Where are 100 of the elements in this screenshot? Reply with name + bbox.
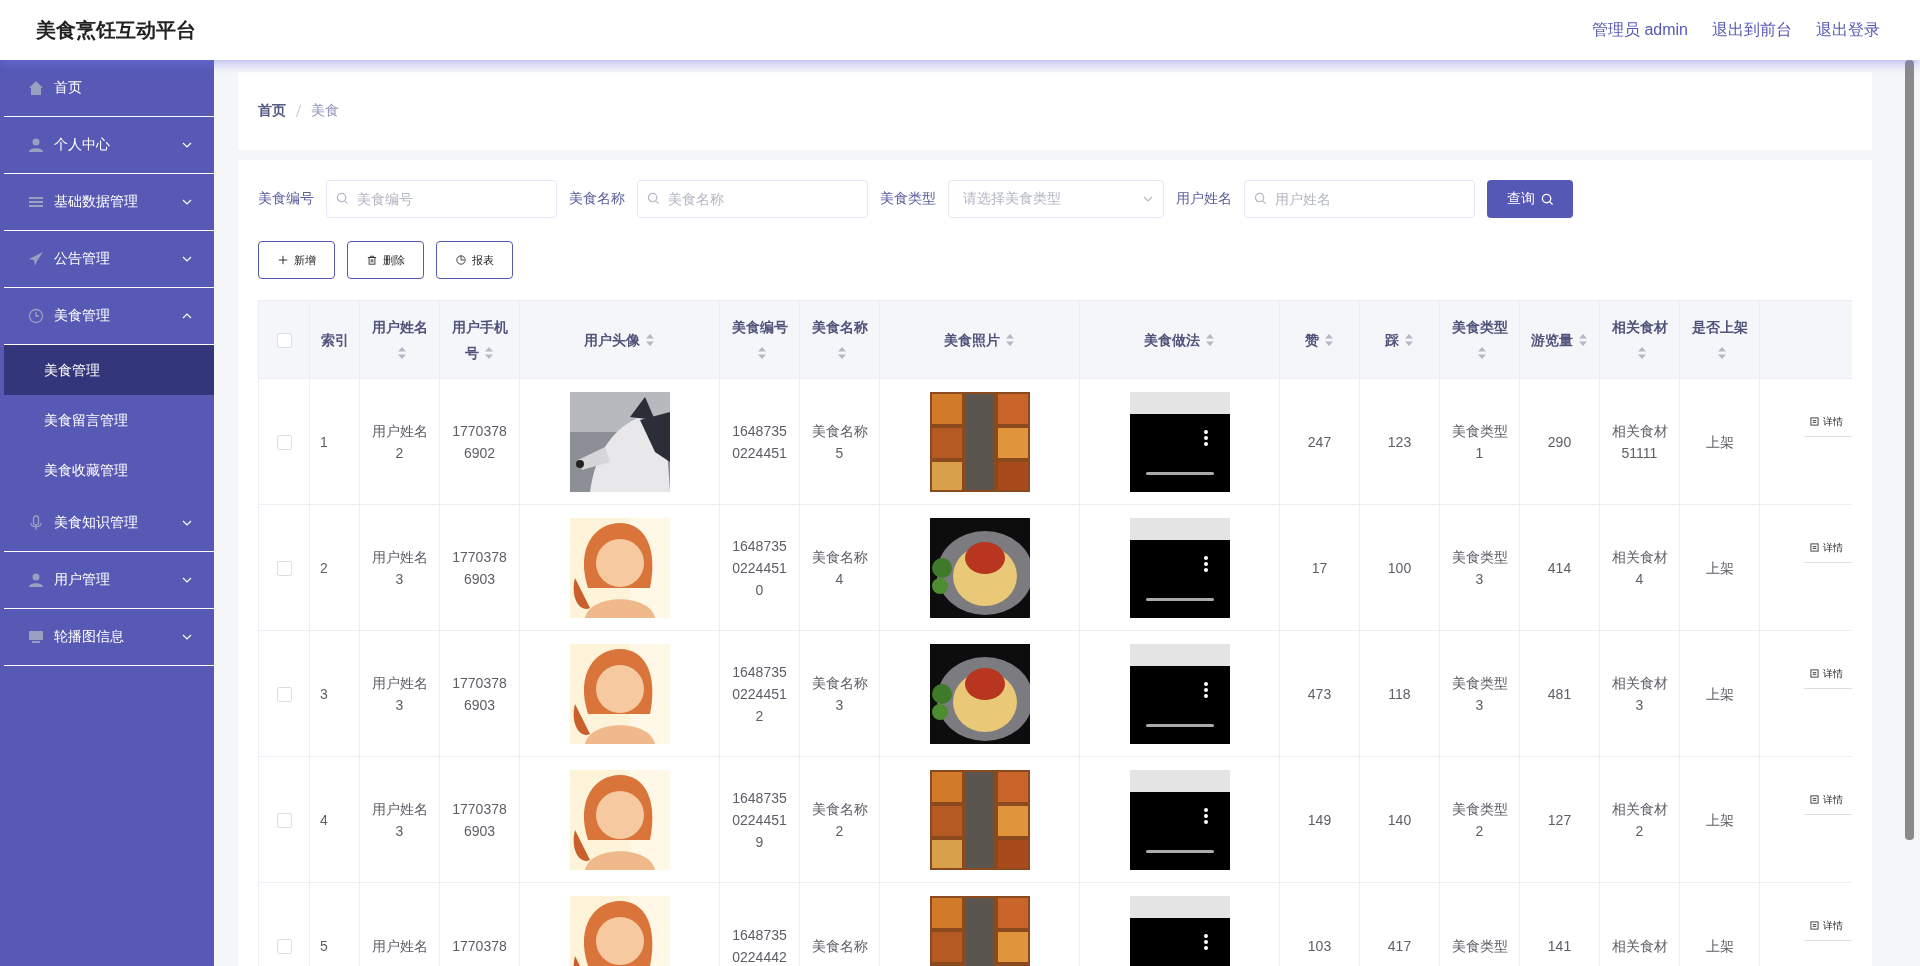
column-header[interactable]: 美食做法: [1079, 300, 1280, 379]
table-cell: 164873502244519: [719, 756, 800, 883]
menu-item[interactable]: 首页: [4, 60, 214, 117]
user-icon: [28, 572, 44, 588]
column-header[interactable]: 用户姓名: [359, 300, 440, 379]
document-icon: [1810, 543, 1819, 552]
menu-item[interactable]: 用户管理: [4, 552, 214, 609]
header-link[interactable]: 管理员 admin: [1591, 19, 1688, 41]
table-cell: 16487350224451: [719, 378, 800, 505]
clock-icon: [455, 255, 466, 265]
monitor-icon: [28, 629, 44, 645]
table-cell: 481: [1519, 630, 1600, 757]
dropdown-icon: [1143, 196, 1153, 202]
lines-icon: [28, 194, 44, 210]
table-cell: 2: [309, 504, 360, 631]
table-cell: 127: [1519, 756, 1600, 883]
column-header[interactable]: 用户手机号: [439, 300, 520, 379]
row-checkbox[interactable]: [276, 813, 292, 829]
submenu-item[interactable]: 美食留言管理: [4, 395, 214, 445]
filter-label: 美食名称: [569, 190, 625, 208]
submenu-item[interactable]: 美食收藏管理: [4, 445, 214, 495]
table-cell: 上架: [1679, 504, 1760, 631]
search-field[interactable]: 用户姓名: [1244, 180, 1475, 218]
chevron-icon: [182, 634, 192, 640]
column-header[interactable]: 游览量: [1519, 300, 1600, 379]
report-button[interactable]: 报表: [436, 241, 513, 279]
document-icon: [1810, 921, 1819, 930]
home-icon: [28, 80, 44, 96]
search-button[interactable]: 查询: [1487, 180, 1573, 218]
user-icon: [28, 137, 44, 153]
table-cell: 相关食材51111: [1599, 378, 1680, 505]
column-header[interactable]: 相关食材: [1599, 300, 1680, 379]
mic-icon: [28, 515, 44, 531]
document-icon: [1810, 795, 1819, 804]
table-cell: 3: [309, 630, 360, 757]
search-field[interactable]: 美食编号: [326, 180, 557, 218]
breadcrumb-item: 美食: [311, 102, 339, 120]
table-cell: 相关食材4: [1599, 504, 1680, 631]
menu-item[interactable]: 基础数据管理: [4, 174, 214, 231]
header-link[interactable]: 退出登录: [1816, 19, 1880, 41]
table-cell: 473: [1279, 630, 1360, 757]
table-cell: 4: [309, 756, 360, 883]
row-checkbox[interactable]: [276, 687, 292, 703]
menu-item[interactable]: 轮播图信息: [4, 609, 214, 666]
scrollbar-thumb[interactable]: [1905, 60, 1914, 840]
search-icon: [336, 192, 349, 205]
table-cell: 290: [1519, 378, 1600, 505]
table-cell: 用户姓名3: [359, 630, 440, 757]
plane-icon: [28, 251, 44, 267]
table-cell: 123: [1359, 378, 1440, 505]
add-button[interactable]: 新增: [258, 241, 335, 279]
header-link[interactable]: 退出到前台: [1712, 19, 1792, 41]
row-checkbox[interactable]: [276, 435, 292, 451]
column-header[interactable]: 踩: [1359, 300, 1440, 379]
search-icon: [1540, 192, 1554, 206]
plus-icon: [277, 255, 288, 265]
menu-item[interactable]: 公告管理: [4, 231, 214, 288]
table-cell: 用户姓名3: [359, 756, 440, 883]
select-all-checkbox[interactable]: [276, 333, 292, 349]
table-cell: 17: [1279, 504, 1360, 631]
table-cell: 美食名称2: [799, 756, 880, 883]
table-cell: 118: [1359, 630, 1440, 757]
filter-label: 美食编号: [258, 190, 314, 208]
column-header[interactable]: 美食类型: [1439, 300, 1520, 379]
column-header[interactable]: 索引: [309, 300, 360, 379]
table-cell: 17703786903: [439, 630, 520, 757]
column-header[interactable]: 美食编号: [719, 300, 800, 379]
table-cell: 149: [1279, 756, 1360, 883]
column-header[interactable]: 美食照片: [879, 300, 1080, 379]
delete-button[interactable]: 删除: [347, 241, 424, 279]
table-cell: 上架: [1679, 630, 1760, 757]
table-cell: 美食类型3: [1439, 504, 1520, 631]
document-icon: [1810, 669, 1819, 678]
menu-item[interactable]: 美食知识管理: [4, 495, 214, 552]
chevron-icon: [182, 577, 192, 583]
submenu-item[interactable]: 美食管理: [4, 345, 214, 395]
breadcrumb-item[interactable]: 首页: [258, 102, 286, 120]
table-cell: 上架: [1679, 378, 1760, 505]
filter-label: 用户姓名: [1176, 190, 1232, 208]
column-header[interactable]: 美食名称: [799, 300, 880, 379]
table-cell: 美食名称5: [799, 378, 880, 505]
row-checkbox[interactable]: [276, 939, 292, 955]
chevron-icon: [182, 142, 192, 148]
search-icon: [647, 192, 660, 205]
column-header[interactable]: 用户头像: [519, 300, 720, 379]
table-cell: 美食名称3: [799, 630, 880, 757]
table-cell: 140: [1359, 756, 1440, 883]
table-cell: 1: [309, 378, 360, 505]
table-cell: 17703786903: [439, 756, 520, 883]
column-header[interactable]: 赞: [1279, 300, 1360, 379]
table-cell: 相关食材3: [1599, 630, 1680, 757]
column-header[interactable]: 是否上架: [1679, 300, 1760, 379]
chevron-icon: [182, 256, 192, 262]
table-cell: 164873502244510: [719, 504, 800, 631]
chevron-icon: [182, 199, 192, 205]
table-cell: 247: [1279, 378, 1360, 505]
search-field[interactable]: 美食名称: [637, 180, 868, 218]
filter-label: 美食类型: [880, 190, 936, 208]
menu-item[interactable]: 个人中心: [4, 117, 214, 174]
row-checkbox[interactable]: [276, 561, 292, 577]
